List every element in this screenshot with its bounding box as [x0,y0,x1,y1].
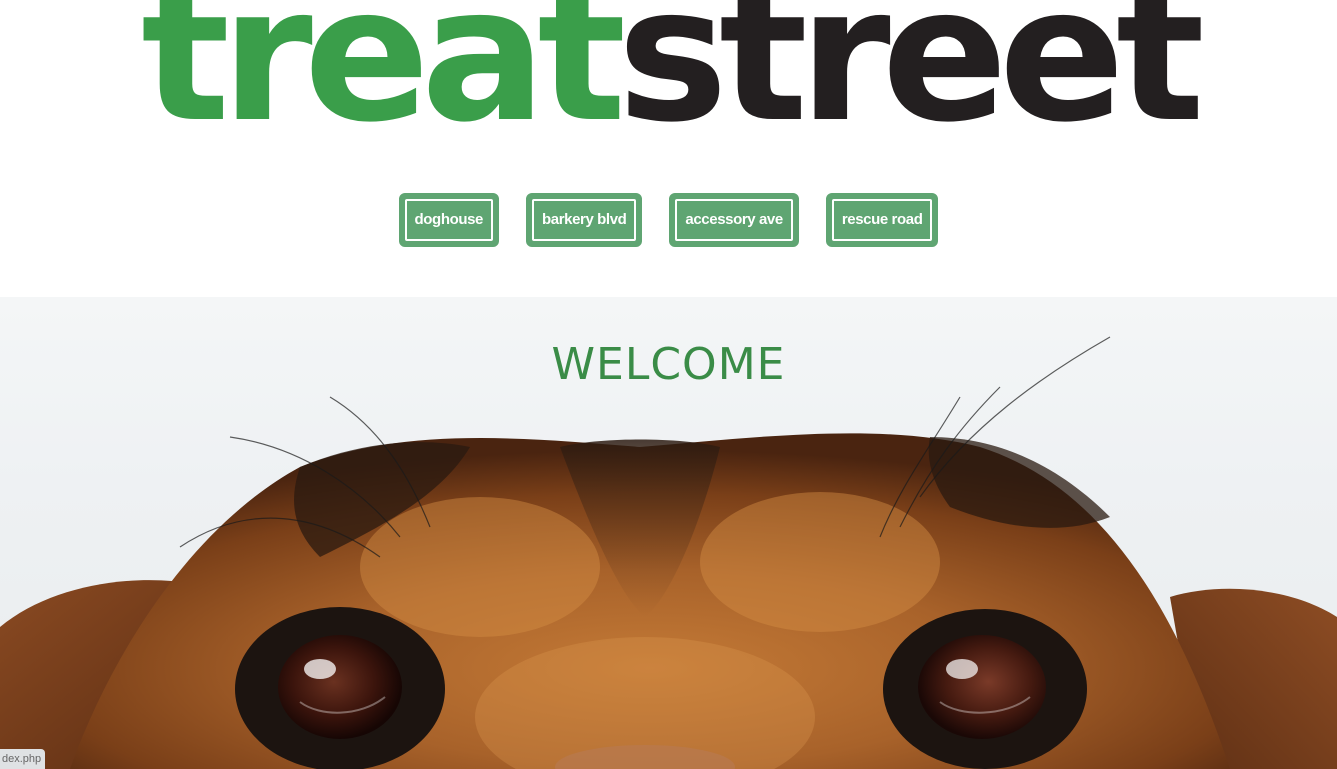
nav-rescue-road-button[interactable]: rescue road [825,193,939,247]
logo-street: street [617,0,1205,163]
nav-rescue-road-label: rescue road [831,199,933,241]
nav-barkery-blvd-label: barkery blvd [532,199,637,241]
nav-accessory-ave-button[interactable]: accessory ave [669,193,799,247]
welcome-heading: WELCOME [551,339,786,390]
main-nav: doghouse barkery blvd accessory ave resc… [0,193,1337,247]
status-bar-url: dex.php [0,749,46,769]
nav-doghouse-button[interactable]: doghouse [398,193,499,247]
nav-barkery-blvd-button[interactable]: barkery blvd [526,193,643,247]
nav-doghouse-label: doghouse [404,199,493,241]
hero-banner: WELCOME [0,297,1337,769]
logo-treat: treat [141,0,626,163]
site-logo[interactable]: treatstreet [0,0,1337,148]
nav-accessory-ave-label: accessory ave [675,199,793,241]
page: treatstreet doghouse barkery blvd access… [0,0,1337,769]
